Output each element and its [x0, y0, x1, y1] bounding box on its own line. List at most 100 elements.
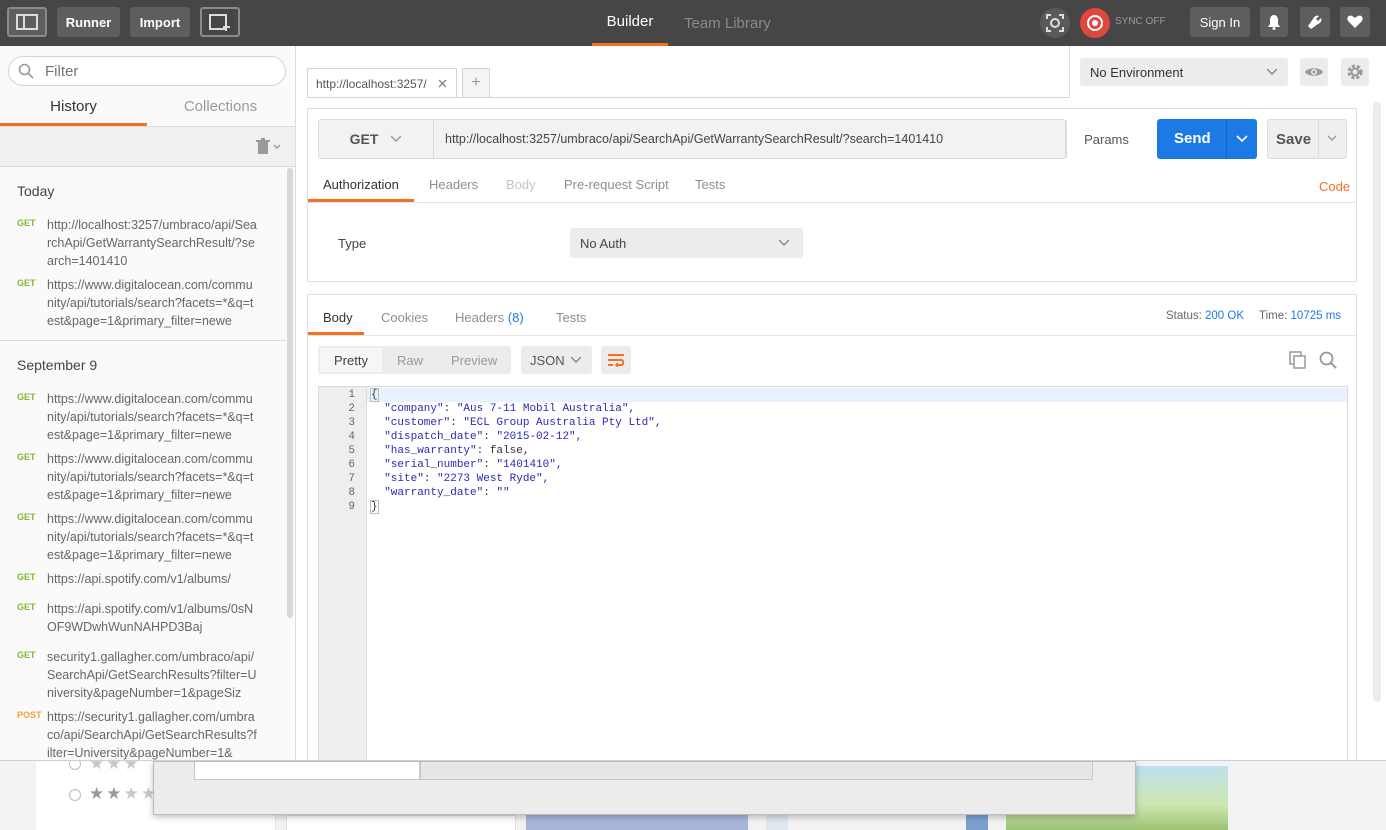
json-key: "site" — [384, 473, 424, 485]
sidebar-toggle-icon[interactable] — [7, 7, 47, 37]
tab-history[interactable]: History — [0, 98, 147, 126]
auth-type-select[interactable]: No Auth — [570, 228, 803, 258]
save-label: Save — [1276, 131, 1312, 148]
language-select[interactable]: JSON — [521, 346, 592, 374]
copy-icon[interactable] — [1289, 351, 1307, 369]
history-url: https://www.digitalocean.com/community/a… — [47, 392, 254, 442]
json-brace: } — [370, 500, 379, 514]
background-panel — [526, 815, 748, 830]
history-item[interactable]: GET https://www.digitalocean.com/communi… — [0, 390, 286, 446]
tab-team-library[interactable]: Team Library — [684, 0, 771, 46]
save-button[interactable]: Save — [1267, 119, 1347, 159]
response-headers-label: Headers — [455, 310, 505, 325]
history-item[interactable]: GET https://www.digitalocean.com/communi… — [0, 450, 286, 506]
settings-wrench-icon[interactable] — [1300, 7, 1330, 37]
history-item[interactable]: GET security1.gallagher.com/umbraco/api/… — [0, 648, 286, 704]
chevron-down-icon[interactable] — [273, 144, 281, 150]
json-key: "has_warranty" — [384, 445, 477, 457]
format-preview[interactable]: Preview — [451, 353, 497, 368]
headers-count: (8) — [507, 310, 524, 325]
json-value: "" — [496, 487, 510, 499]
history-item[interactable]: GET https://api.spotify.com/v1/albums/0s… — [0, 600, 286, 640]
heart-icon[interactable] — [1340, 7, 1370, 37]
response-editor[interactable]: 1 2 3 4 5 6 7 8 9 { "company": "Aus 7-11 Mobil A… — [318, 386, 1348, 761]
sign-in-button[interactable]: Sign In — [1190, 7, 1250, 37]
tab-tests[interactable]: Tests — [695, 177, 725, 192]
history-url: https://www.digitalocean.com/community/a… — [47, 512, 254, 562]
format-pretty[interactable]: Pretty — [334, 353, 368, 368]
url-bar: GET http://localhost:3257/umbraco/api/Se… — [318, 119, 1129, 159]
history-url: https://security1.gallagher.com/umbraco/… — [47, 710, 257, 760]
response-panel: Body Cookies Headers (8) Tests Status: 2… — [307, 294, 1357, 761]
status-info: Status: 200 OK — [1166, 310, 1244, 322]
chevron-down-icon — [390, 135, 402, 142]
chevron-down-icon[interactable] — [1236, 135, 1248, 143]
close-icon[interactable] — [438, 79, 447, 88]
new-window-icon[interactable] — [200, 7, 240, 37]
dialog-field — [194, 762, 420, 780]
top-bar: Runner Import Builder Team Library SYNC … — [0, 0, 1386, 46]
tab-response-headers[interactable]: Headers (8) — [455, 310, 524, 325]
new-tab-button[interactable]: + — [462, 68, 490, 98]
line-number: 6 — [348, 459, 355, 471]
method-select[interactable]: GET — [319, 120, 434, 158]
history-item[interactable]: GET https://www.digitalocean.com/communi… — [0, 276, 286, 332]
tab-collections[interactable]: Collections — [147, 98, 294, 126]
tab-cookies[interactable]: Cookies — [381, 310, 428, 325]
send-button[interactable]: Send — [1157, 119, 1257, 159]
time-value: 10725 ms — [1290, 310, 1342, 322]
filter-field[interactable] — [8, 56, 286, 86]
filter-input[interactable] — [45, 63, 265, 80]
chevron-down-icon[interactable] — [1327, 135, 1337, 141]
code-link[interactable]: Code — [1319, 179, 1350, 194]
trash-icon[interactable] — [256, 138, 270, 154]
eye-icon[interactable] — [1300, 58, 1328, 86]
divider — [1318, 120, 1319, 158]
history-item[interactable]: GET http://localhost:3257/umbraco/api/Se… — [0, 216, 286, 272]
sidebar-scrollbar[interactable] — [287, 168, 293, 618]
json-brace: { — [370, 388, 379, 402]
search-icon[interactable] — [1319, 351, 1337, 369]
method-badge: GET — [17, 602, 36, 612]
gear-icon[interactable] — [1341, 58, 1369, 86]
method-badge: GET — [17, 512, 36, 522]
tab-authorization[interactable]: Authorization — [323, 177, 399, 192]
history-item[interactable]: POST https://security1.gallagher.com/umb… — [0, 708, 286, 760]
history-url: https://www.digitalocean.com/community/a… — [47, 278, 254, 328]
divider — [308, 335, 1356, 336]
request-tab[interactable]: http://localhost:3257/ — [307, 68, 457, 98]
tab-response-body[interactable]: Body — [323, 310, 353, 325]
format-toggle: Pretty Raw Preview — [318, 346, 511, 374]
main-scrollbar[interactable] — [1373, 102, 1381, 702]
runner-button[interactable]: Runner — [57, 7, 120, 37]
url-input[interactable]: http://localhost:3257/umbraco/api/Search… — [445, 132, 943, 146]
json-key: "serial_number" — [384, 459, 484, 471]
history-item[interactable]: GET https://www.digitalocean.com/communi… — [0, 510, 286, 566]
tab-headers[interactable]: Headers — [429, 177, 478, 192]
method-badge: GET — [17, 452, 36, 462]
json-key: "dispatch_date" — [384, 431, 484, 443]
history-group-label: Today — [17, 183, 55, 199]
environment-select[interactable]: No Environment — [1080, 58, 1288, 86]
method-badge: GET — [17, 392, 36, 402]
tab-builder[interactable]: Builder — [592, 0, 668, 46]
json-value: "1401410", — [496, 459, 563, 471]
import-button[interactable]: Import — [130, 7, 190, 37]
background-panel — [766, 815, 788, 830]
interceptor-icon[interactable] — [1040, 8, 1070, 38]
tab-pre-request-script[interactable]: Pre-request Script — [564, 177, 669, 192]
sync-icon[interactable] — [1080, 8, 1110, 38]
line-number-gutter: 1 2 3 4 5 6 7 8 9 — [319, 387, 367, 760]
tab-response-tests[interactable]: Tests — [556, 310, 586, 325]
background-panel — [966, 815, 988, 830]
history-item[interactable]: GET https://api.spotify.com/v1/albums/ — [0, 570, 286, 592]
method-value: GET — [349, 131, 379, 147]
tab-body[interactable]: Body — [506, 177, 536, 192]
format-raw[interactable]: Raw — [397, 353, 423, 368]
params-button[interactable]: Params — [1066, 120, 1146, 158]
status-value: 200 OK — [1205, 310, 1245, 322]
wrap-lines-icon[interactable] — [601, 346, 631, 374]
environment-value: No Environment — [1090, 65, 1184, 80]
method-badge: POST — [17, 710, 42, 720]
notifications-icon[interactable] — [1260, 7, 1288, 37]
